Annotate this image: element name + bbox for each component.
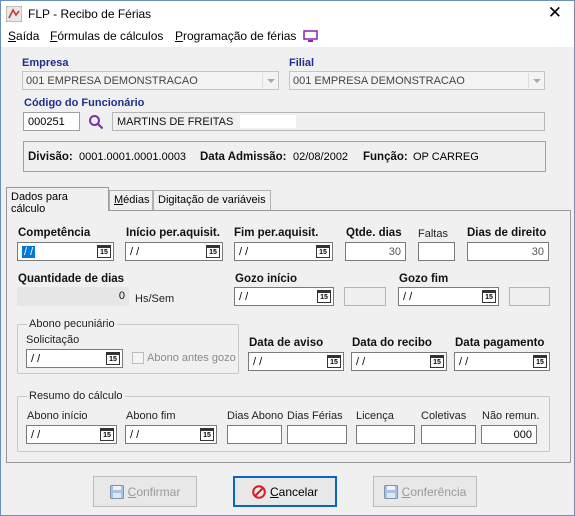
solicitacao-label: Solicitação <box>26 334 80 346</box>
conferencia-button[interactable]: Conferência <box>373 476 477 507</box>
info-panel: Divisão: 0001.0001.0001.0003 Data Admiss… <box>23 141 546 172</box>
faltas-label: Faltas <box>418 228 448 240</box>
divisao-label: Divisão: <box>28 151 73 163</box>
licenca-field[interactable] <box>356 425 415 444</box>
calendar-icon[interactable]: 15 <box>206 245 220 258</box>
abono-fim-label: Abono fim <box>126 410 176 422</box>
data-recibo-label: Data do recibo <box>352 337 432 349</box>
abono-inicio-label: Abono início <box>27 410 88 422</box>
name-redaction <box>240 115 296 128</box>
calendar-icon[interactable]: 15 <box>97 245 111 258</box>
menu-saida[interactable]: Saída <box>8 29 39 43</box>
abono-antes-gozo-checkbox[interactable] <box>132 352 144 364</box>
qtde-dias-input[interactable]: 30 <box>345 242 406 261</box>
hs-sem-label: Hs/Sem <box>135 293 175 305</box>
admissao-value: 02/08/2002 <box>293 151 349 163</box>
admissao-label: Data Admissão: <box>200 151 287 163</box>
chevron-down-icon[interactable] <box>262 73 277 88</box>
calendar-icon[interactable]: 15 <box>317 290 331 303</box>
dias-abono-label: Dias Abono <box>227 410 284 422</box>
menu-programacao-ferias[interactable]: Programação de férias <box>175 29 296 43</box>
calendar-icon[interactable]: 15 <box>430 355 444 368</box>
calendar-icon[interactable]: 15 <box>106 352 120 365</box>
tab-medias[interactable]: Médias <box>109 190 153 210</box>
dias-ferias-label: Dias Férias <box>287 410 343 422</box>
codigo-funcionario-label: Código do Funcionário <box>24 97 145 109</box>
filial-value: 001 EMPRESA DEMONSTRACAO <box>293 75 465 87</box>
empresa-label: Empresa <box>22 57 69 69</box>
tab-dados-calculo[interactable]: Dados para cálculo <box>6 187 109 215</box>
gozo-inicio-input[interactable]: / / 15 <box>234 287 334 306</box>
empresa-value: 001 EMPRESA DEMONSTRACAO <box>26 75 198 87</box>
data-aviso-input[interactable]: / / 15 <box>248 352 344 371</box>
nao-remun-field[interactable]: 000 <box>481 425 537 444</box>
inicio-per-aquisit-label: Início per.aquisit. <box>126 227 220 239</box>
abono-pecuniario-title: Abono pecuniário <box>27 318 117 330</box>
calendar-icon[interactable]: 15 <box>482 290 496 303</box>
resumo-calculo-title: Resumo do cálculo <box>27 390 125 402</box>
cancelar-button[interactable]: Cancelar <box>233 476 337 507</box>
abono-antes-gozo-label: Abono antes gozo <box>147 352 236 364</box>
divisao-value: 0001.0001.0001.0003 <box>79 151 187 163</box>
gozo-inicio-label: Gozo início <box>235 273 297 285</box>
coletivas-label: Coletivas <box>421 410 467 422</box>
gozo-fim-label: Gozo fim <box>399 273 449 285</box>
save-icon <box>109 484 124 499</box>
confirmar-button[interactable]: Confirmar <box>93 476 197 507</box>
filial-label: Filial <box>289 57 315 69</box>
dias-direito-input[interactable]: 30 <box>467 242 549 261</box>
dias-direito-label: Dias de direito <box>467 227 547 239</box>
nome-funcionario-field: MARTINS DE FREITAS <box>112 112 545 131</box>
dias-abono-field[interactable] <box>227 425 282 444</box>
coletivas-field[interactable] <box>421 425 476 444</box>
competencia-label: Competência <box>18 227 91 239</box>
funcao-value: OP CARREG <box>413 151 479 163</box>
tab-digitacao-variaveis[interactable]: Digitação de variáveis <box>153 190 271 210</box>
licenca-label: Licença <box>356 410 394 422</box>
nao-remun-label: Não remun. <box>482 410 540 422</box>
competencia-input[interactable]: / / 15 <box>17 242 114 261</box>
calendar-icon[interactable]: 15 <box>200 428 214 441</box>
gozo-fim-input[interactable]: / / 15 <box>398 287 499 306</box>
menu-bar: Saída Fórmulas de cálculos Programação d… <box>1 27 574 47</box>
abono-fim-input[interactable]: / / 15 <box>125 425 217 444</box>
data-pagamento-input[interactable]: / / 15 <box>454 352 550 371</box>
quantidade-dias-field: 0 <box>17 287 129 306</box>
main-window: FLP - Recibo de Férias ✕ Saída Fórmulas … <box>0 0 575 516</box>
empresa-select[interactable]: 001 EMPRESA DEMONSTRACAO <box>22 71 279 90</box>
data-pagamento-label: Data pagamento <box>455 337 545 349</box>
data-recibo-input[interactable]: / / 15 <box>351 352 447 371</box>
title-bar: FLP - Recibo de Férias ✕ <box>1 1 574 27</box>
search-icon[interactable] <box>88 114 104 130</box>
quantidade-dias-label: Quantidade de dias <box>18 273 125 285</box>
fim-per-aquisit-input[interactable]: / / 15 <box>234 242 333 261</box>
save-icon <box>383 484 398 499</box>
gozo-fim-extra-field <box>509 287 550 306</box>
solicitacao-input[interactable]: / / 15 <box>26 349 123 368</box>
calendar-icon[interactable]: 15 <box>100 428 114 441</box>
close-icon[interactable]: ✕ <box>548 3 562 23</box>
funcao-label: Função: <box>363 151 408 163</box>
inicio-per-aquisit-input[interactable]: / / 15 <box>125 242 223 261</box>
qtde-dias-label: Qtde. dias <box>346 227 402 239</box>
gozo-inicio-extra-field <box>344 287 386 306</box>
app-icon <box>6 6 22 22</box>
calendar-icon[interactable]: 15 <box>327 355 341 368</box>
abono-inicio-input[interactable]: / / 15 <box>26 425 117 444</box>
codigo-funcionario-input[interactable]: 000251 <box>23 112 80 131</box>
filial-select[interactable]: 001 EMPRESA DEMONSTRACAO <box>289 71 545 90</box>
faltas-input[interactable] <box>418 242 455 261</box>
cancel-icon <box>252 484 266 499</box>
fim-per-aquisit-label: Fim per.aquisit. <box>234 227 319 239</box>
calendar-icon[interactable]: 15 <box>316 245 330 258</box>
chevron-down-icon[interactable] <box>528 73 543 88</box>
data-aviso-label: Data de aviso <box>249 337 324 349</box>
window-title: FLP - Recibo de Férias <box>28 7 152 21</box>
menu-formulas-calculos[interactable]: Fórmulas de cálculos <box>50 29 163 43</box>
calendar-icon[interactable]: 15 <box>533 355 547 368</box>
monitor-icon[interactable] <box>303 30 318 43</box>
dias-ferias-field[interactable] <box>287 425 347 444</box>
